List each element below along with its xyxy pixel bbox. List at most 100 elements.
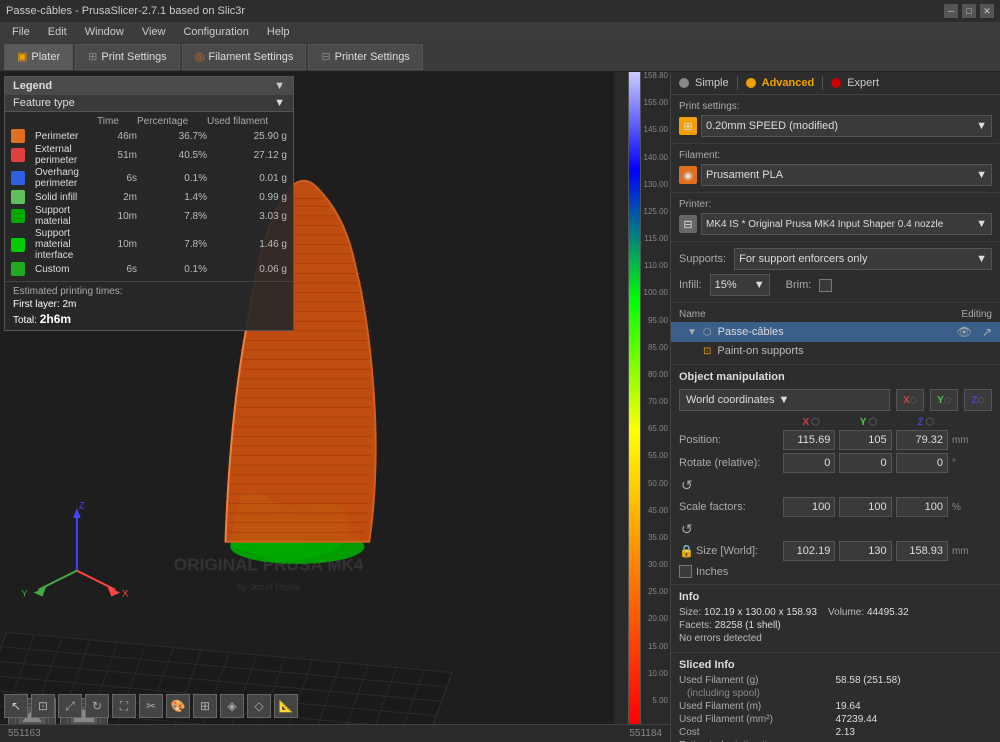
position-x-input[interactable] [783,430,835,450]
inches-row: Inches [679,565,992,578]
sliced-filament-g-value: 58.58 (251.58) [836,675,993,686]
tool-object[interactable]: ⊡ [31,694,55,718]
legend-row: Custom 6s 0.1% 0.06 g [11,262,287,276]
tree-eye-icon[interactable]: 👁 [957,325,972,339]
infill-label: Infill: [679,279,702,291]
simple-mode-button[interactable]: Simple [695,77,729,89]
supports-dropdown[interactable]: For support enforcers only ▼ [734,248,992,270]
y-col-label: Y ⬡ [841,417,895,428]
tool-3d[interactable]: ◇ [247,694,271,718]
legend-dropdown[interactable]: Feature type ▼ [5,95,293,112]
rotate-y-input[interactable] [839,453,891,473]
printer-dropdown[interactable]: MK4 IS * Original Prusa MK4 Input Shaper… [701,213,992,235]
advanced-mode-button[interactable]: Advanced [762,77,815,89]
ruler-tick: 20.00 [648,615,668,623]
tab-plater[interactable]: ▣ Plater [4,44,73,70]
menu-help[interactable]: Help [259,24,298,40]
legend-row-time: 6s [97,173,137,184]
tool-measure[interactable]: 📐 [274,694,298,718]
expert-mode-button[interactable]: Expert [847,77,879,89]
sliced-filament-m-row: Used Filament (m) 19.64 [679,701,992,712]
print-settings-label: Print settings: [679,101,992,112]
coord-system-dropdown[interactable]: World coordinates ▼ [679,389,890,411]
position-z-input[interactable] [896,430,948,450]
tool-paint[interactable]: 🎨 [166,694,190,718]
ruler-tick: 145.00 [644,126,668,134]
legend-row-time: 2m [97,192,137,203]
sliced-title: Sliced Info [679,659,992,671]
tree-header: Name Editing [671,307,1000,322]
legend-row: Perimeter 46m 36.7% 25.90 g [11,129,287,143]
tool-rotate[interactable]: ↻ [85,694,109,718]
tree-expand-icon: ▼ [687,327,697,338]
menu-view[interactable]: View [134,24,174,40]
printer-dropdown-arrow-icon: ▼ [976,218,987,230]
x-coord-btn[interactable]: X⬡ [896,389,924,411]
print-profile-dropdown[interactable]: 0.20mm SPEED (modified) ▼ [701,115,992,137]
tab-print-settings[interactable]: ⊞ Print Settings [75,44,180,70]
sliced-filament-g-row: Used Filament (g) 58.58 (251.58) [679,675,992,686]
tree-object-icon: ⬡ [703,327,712,338]
size-x-input[interactable] [783,541,835,561]
inches-checkbox[interactable] [679,565,692,578]
svg-text:X: X [122,588,129,599]
supports-dropdown-arrow-icon: ▼ [976,253,987,265]
menu-edit[interactable]: Edit [40,24,75,40]
tool-arrow[interactable]: ↖ [4,694,28,718]
rotate-reset-icon[interactable]: ↺ [681,477,779,494]
rotate-z-input[interactable] [896,453,948,473]
close-button[interactable]: ✕ [980,4,994,18]
scale-x-input[interactable] [783,497,835,517]
tab-printer-settings[interactable]: ⊟ Printer Settings [308,44,422,70]
filament-row: ◉ Prusament PLA ▼ [679,164,992,186]
tool-support[interactable]: ⊞ [193,694,217,718]
scale-reset-icon[interactable]: ↺ [681,521,779,538]
ruler-tick: 35.00 [648,534,668,542]
sliced-filament-mm3-row: Used Filament (mm²) 47239.44 [679,714,992,725]
size-y-input[interactable] [839,541,891,561]
ruler-tick: 70.00 [648,398,668,406]
menu-file[interactable]: File [4,24,38,40]
status-bar: 551163 551184 [0,724,670,742]
tab-filament-settings[interactable]: ◎ Filament Settings [182,44,307,70]
scale-y-input[interactable] [839,497,891,517]
tree-item-passe-cables[interactable]: ▼ ⬡ Passe-câbles 👁 ↗ [671,322,1000,342]
menu-configuration[interactable]: Configuration [175,24,256,40]
legend-row: Solid infill 2m 1.4% 0.99 g [11,190,287,204]
tool-scale[interactable]: ⛶ [112,694,136,718]
status-right: 551184 [629,728,662,739]
scale-z-input[interactable] [896,497,948,517]
maximize-button[interactable]: □ [962,4,976,18]
brim-checkbox[interactable] [819,279,832,292]
legend-row-name: Perimeter [35,131,97,142]
rotate-row: Rotate (relative): ° ↺ [679,453,992,494]
sliced-cost-value: 2.13 [836,727,993,738]
size-z-input[interactable] [896,541,948,561]
filament-dropdown[interactable]: Prusament PLA ▼ [701,164,992,186]
tree-sub-paint-on-supports[interactable]: ⊡ Paint-on supports [671,342,1000,360]
legend-row-filament: 25.90 g [207,131,287,142]
position-y-input[interactable] [839,430,891,450]
legend-row-time: 10m [97,239,137,250]
menu-window[interactable]: Window [77,24,132,40]
right-panel: Simple Advanced Expert Print settings: ⊞… [670,72,1000,742]
manipulation-title: Object manipulation [679,371,992,383]
z-coord-btn[interactable]: Z⬡ [964,389,992,411]
scale-unit: % [952,502,992,513]
legend-collapse-icon[interactable]: ▼ [274,80,285,92]
tool-seam[interactable]: ◈ [220,694,244,718]
infill-dropdown[interactable]: 15% ▼ [710,274,770,296]
lock-icon[interactable]: 🔒 [679,544,694,558]
minimize-button[interactable]: ─ [944,4,958,18]
tool-move[interactable]: ⤢ [58,694,82,718]
y-coord-btn[interactable]: Y⬡ [930,389,958,411]
rotate-x-input[interactable] [783,453,835,473]
filament-label: Filament: [679,150,992,161]
ruler-tick: 45.00 [648,507,668,515]
tree-edit-icon[interactable]: ↗ [982,325,992,339]
ruler-vertical: 158.80155.00145.00140.00130.00125.00115.… [640,72,670,724]
viewport-area[interactable]: Legend ▼ Feature type ▼ Time Percentage … [0,72,670,742]
print-profile-icon: ⊞ [679,117,697,135]
tool-cut[interactable]: ✂ [139,694,163,718]
sliced-info-section: Sliced Info Used Filament (g) 58.58 (251… [671,653,1000,742]
